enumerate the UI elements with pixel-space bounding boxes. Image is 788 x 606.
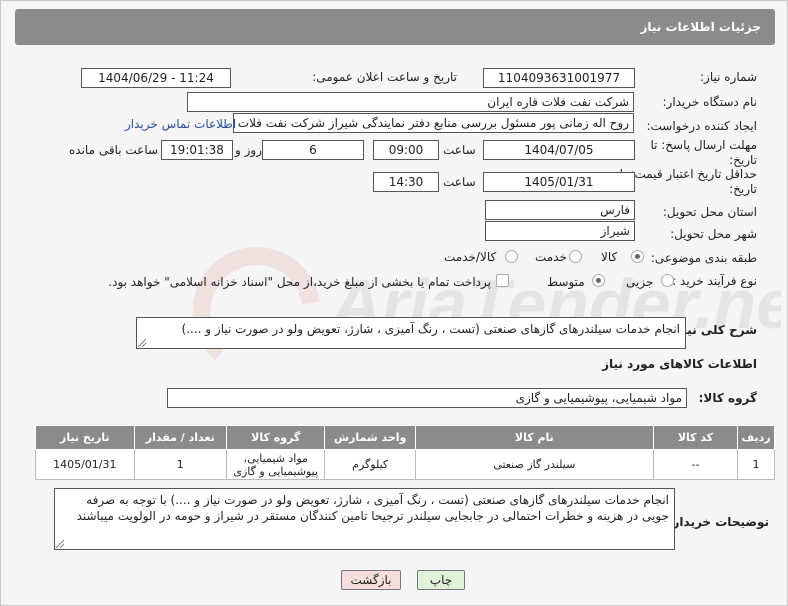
cell-group-line2: پیوشیمیایی و گازی bbox=[233, 464, 319, 478]
days-remaining-field[interactable]: 6 bbox=[262, 140, 364, 160]
goods-table: ردیف کد کالا نام کالا واحد شمارش گروه کا… bbox=[35, 425, 775, 480]
back-button[interactable]: بازگشت bbox=[341, 570, 401, 590]
need-number-field[interactable]: 1104093631001977 bbox=[483, 68, 635, 88]
price-validity-date-field[interactable]: 1405/01/31 bbox=[483, 172, 635, 192]
price-validity-label: حداقل تاریخ اعتبار قیمت: تا تاریخ: bbox=[619, 167, 757, 196]
buyer-org-label: نام دستگاه خریدار: bbox=[662, 95, 758, 109]
category-radio-service[interactable] bbox=[569, 250, 582, 263]
process-radio-minor[interactable] bbox=[661, 274, 674, 287]
category-label: طبقه بندی موضوعی: bbox=[650, 251, 757, 265]
creator-label: ایجاد کننده درخواست: bbox=[646, 119, 757, 133]
page-title: جزئیات اطلاعات نیاز bbox=[15, 9, 775, 45]
days-word-label: روز و bbox=[235, 143, 262, 157]
process-radio-medium[interactable] bbox=[592, 274, 605, 287]
col-header-row: ردیف bbox=[737, 425, 775, 450]
buyer-notes-label: توضیحات خریدار: bbox=[667, 515, 769, 529]
description-resize-grip[interactable] bbox=[138, 339, 146, 347]
cell-row: 1 bbox=[737, 449, 775, 480]
deadline-time-field[interactable]: 09:00 bbox=[373, 140, 439, 160]
city-label: شهر محل تحویل: bbox=[670, 227, 757, 241]
print-button[interactable]: چاپ bbox=[417, 570, 465, 590]
category-option-goods-service: کالا/خدمت bbox=[444, 250, 497, 264]
category-option-goods: کالا bbox=[601, 250, 618, 264]
treasury-payment-checkbox[interactable] bbox=[496, 274, 509, 287]
need-number-label: شماره نیاز: bbox=[700, 70, 757, 84]
deadline-time-label: ساعت bbox=[443, 143, 476, 157]
category-radio-goods-service[interactable] bbox=[505, 250, 518, 263]
cell-name: سیلندر گاز صنعتی bbox=[414, 449, 654, 480]
cell-date: 1405/01/31 bbox=[35, 449, 135, 480]
goods-table-header: ردیف کد کالا نام کالا واحد شمارش گروه کا… bbox=[35, 425, 775, 450]
treasury-payment-note: پرداخت تمام یا بخشی از مبلغ خرید،از محل … bbox=[108, 275, 491, 289]
buyer-org-field[interactable]: شرکت نفت فلات قاره ایران bbox=[187, 92, 634, 112]
goods-section-title: اطلاعات کالاهای مورد نیاز bbox=[602, 357, 757, 371]
table-row[interactable]: 1 -- سیلندر گاز صنعتی کیلوگرم مواد شیمیا… bbox=[35, 449, 775, 480]
col-header-date: تاریخ نیاز bbox=[35, 425, 135, 450]
buyer-notes-resize-grip[interactable] bbox=[56, 540, 64, 548]
process-label: نوع فرآیند خرید : bbox=[672, 274, 757, 288]
description-textarea[interactable]: انجام خدمات سیلندرهای گازهای صنعتی (تست … bbox=[136, 317, 686, 349]
goods-group-label: گروه کالا: bbox=[698, 391, 757, 405]
col-header-unit: واحد شمارش bbox=[324, 425, 416, 450]
buyer-contact-link[interactable]: اطلاعات تماس خریدار bbox=[125, 117, 236, 131]
goods-group-field[interactable]: مواد شیمیایی، پیوشیمیایی و گازی bbox=[167, 388, 687, 408]
city-field[interactable]: شیراز bbox=[485, 221, 635, 241]
process-option-minor: جزیی bbox=[626, 275, 654, 289]
category-option-service: خدمت bbox=[535, 250, 567, 264]
deadline-label: مهلت ارسال پاسخ: تا تاریخ: bbox=[650, 138, 757, 167]
cell-group: مواد شیمیایی، پیوشیمیایی و گازی bbox=[225, 449, 326, 480]
col-header-group: گروه کالا bbox=[225, 425, 326, 450]
cell-qty: 1 bbox=[133, 449, 227, 480]
price-validity-time-label: ساعت bbox=[443, 175, 476, 189]
cell-group-line1: مواد شیمیایی، bbox=[243, 451, 308, 465]
province-field[interactable]: فارس bbox=[485, 200, 635, 220]
col-header-name: نام کالا bbox=[414, 425, 654, 450]
cell-unit: کیلوگرم bbox=[324, 449, 416, 480]
province-label: استان محل تحویل: bbox=[662, 205, 757, 219]
price-validity-time-field[interactable]: 14:30 bbox=[373, 172, 439, 192]
announce-label: تاریخ و ساعت اعلان عمومی: bbox=[312, 70, 457, 84]
announce-datetime-field[interactable]: 1404/06/29 - 11:24 bbox=[81, 68, 231, 88]
deadline-date-field[interactable]: 1404/07/05 bbox=[483, 140, 635, 160]
category-radio-goods[interactable] bbox=[631, 250, 644, 263]
cell-code: -- bbox=[652, 449, 739, 480]
col-header-qty: تعداد / مقدار bbox=[133, 425, 227, 450]
creator-field[interactable]: روح اله زمانی پور مسئول بررسی منابع دفتر… bbox=[233, 113, 634, 133]
remaining-time-field[interactable]: 19:01:38 bbox=[161, 140, 233, 160]
col-header-code: کد کالا bbox=[652, 425, 739, 450]
buyer-notes-textarea[interactable]: انجام خدمات سیلندرهای گازهای صنعتی (تست … bbox=[54, 488, 675, 550]
process-option-medium: متوسط bbox=[547, 275, 585, 289]
remaining-label: ساعت باقی مانده bbox=[69, 143, 159, 157]
page-container: AriaTender.net جزئیات اطلاعات نیاز شماره… bbox=[0, 0, 788, 606]
